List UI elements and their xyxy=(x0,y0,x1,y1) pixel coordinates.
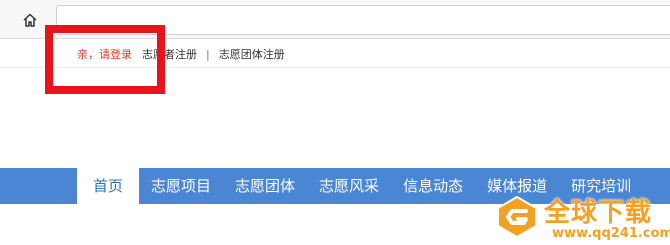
volunteer-register-link[interactable]: 志愿者注册 xyxy=(142,46,197,62)
link-separator: | xyxy=(206,47,210,61)
top-links: 亲，请登录 志愿者注册 | 志愿团体注册 xyxy=(77,46,285,62)
watermark-text: 全球下载 xyxy=(544,198,653,228)
watermark-url: www.qq241.com xyxy=(552,226,670,241)
address-bar[interactable] xyxy=(56,5,670,35)
home-icon xyxy=(23,13,37,27)
nav-item-volunteer-groups[interactable]: 志愿团体 xyxy=(223,168,307,204)
site-watermark: 全球下载 www.qq241.com xyxy=(490,188,670,245)
nav-item-volunteer-projects[interactable]: 志愿项目 xyxy=(139,168,223,204)
browser-toolbar xyxy=(0,0,670,39)
home-button[interactable] xyxy=(17,8,43,32)
nav-item-news[interactable]: 信息动态 xyxy=(391,168,475,204)
nav-item-home[interactable]: 首页 xyxy=(77,168,140,204)
login-link[interactable]: 亲，请登录 xyxy=(77,46,132,62)
group-register-link[interactable]: 志愿团体注册 xyxy=(219,46,285,62)
site-topbar: 亲，请登录 志愿者注册 | 志愿团体注册 xyxy=(0,39,670,68)
nav-item-volunteer-showcase[interactable]: 志愿风采 xyxy=(307,168,391,204)
watermark-logo-icon xyxy=(497,195,537,239)
